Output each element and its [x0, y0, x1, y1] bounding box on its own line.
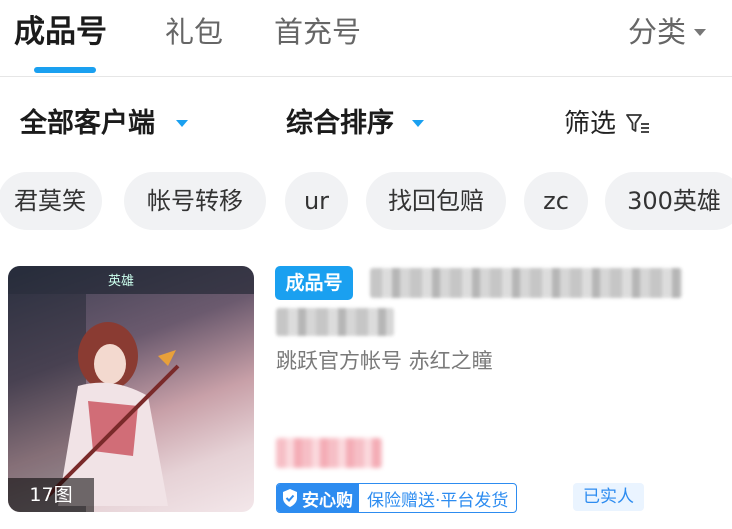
- top-tab-bar: 成品号 礼包 首充号 分类: [0, 0, 732, 77]
- filter-icon[interactable]: [626, 113, 650, 135]
- character-artwork: [46, 322, 180, 506]
- sort-dropdown[interactable]: 综合排序: [286, 102, 394, 146]
- chip-keyword[interactable]: 君莫笑: [0, 172, 102, 230]
- chip-keyword[interactable]: 帐号转移: [124, 172, 266, 230]
- client-filter-dropdown[interactable]: 全部客户端: [20, 102, 155, 146]
- shield-check-icon: [283, 489, 297, 507]
- safe-purchase-label: 安心购: [302, 490, 353, 511]
- verified-badge: 已实人: [573, 483, 644, 511]
- caret-down-icon[interactable]: [694, 29, 706, 36]
- chip-keyword[interactable]: 找回包赔: [366, 172, 506, 230]
- redacted-title: [370, 268, 682, 298]
- redacted-price: [276, 438, 382, 468]
- redacted-title-line2: [276, 308, 394, 336]
- listing-thumbnail[interactable]: 英雄: [8, 266, 254, 512]
- chip-keyword[interactable]: zc: [524, 172, 588, 230]
- screen-button[interactable]: 筛选: [564, 102, 616, 146]
- chip-keyword[interactable]: ur: [285, 172, 348, 230]
- category-button[interactable]: 分类: [628, 10, 686, 54]
- chip-keyword[interactable]: 300英雄: [605, 172, 732, 230]
- tab-gift-pack[interactable]: 礼包: [165, 10, 223, 54]
- thumbnail-game-header: 英雄: [8, 266, 254, 294]
- safe-purchase-detail: 保险赠送·平台发货: [367, 490, 509, 511]
- tab-finished-account[interactable]: 成品号: [14, 10, 107, 54]
- client-caret-down-icon[interactable]: [176, 120, 188, 127]
- listing-meta-text: 跳跃官方帐号 赤红之瞳: [276, 349, 493, 373]
- safe-purchase-label-box: 安心购: [277, 484, 359, 512]
- image-count-badge: 17图: [8, 478, 94, 512]
- tab-first-recharge[interactable]: 首充号: [274, 10, 361, 54]
- active-tab-indicator: [34, 67, 96, 73]
- sort-caret-down-icon[interactable]: [412, 120, 424, 127]
- listing-type-tag: 成品号: [275, 266, 353, 300]
- thumbnail-header-label: 英雄: [108, 274, 135, 289]
- safe-purchase-badge: 安心购 保险赠送·平台发货: [276, 483, 518, 513]
